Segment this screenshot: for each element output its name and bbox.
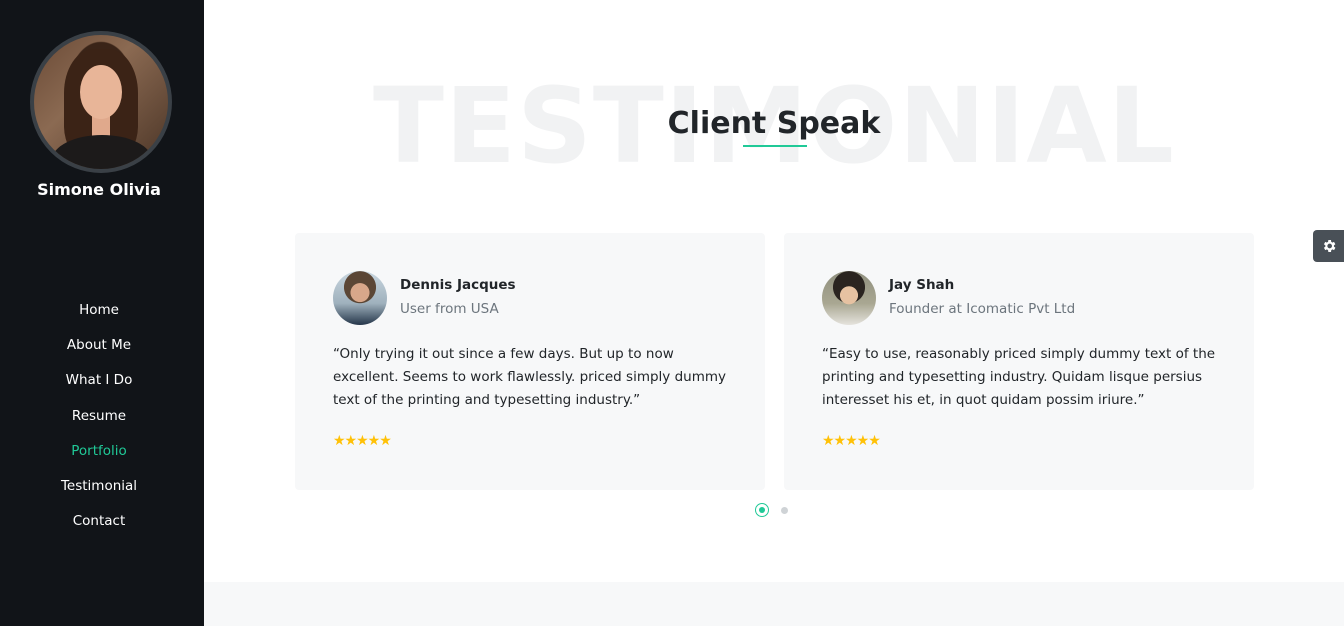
client-role: Founder at Icomatic Pvt Ltd xyxy=(889,301,1076,317)
client-avatar xyxy=(333,271,387,325)
title-underline xyxy=(743,145,807,147)
client-name: Dennis Jacques xyxy=(400,277,516,293)
main-content: TESTIMONIAL Client Speak Dennis Jacques … xyxy=(204,0,1344,626)
avatar-face xyxy=(80,65,122,119)
profile-avatar xyxy=(30,31,172,173)
nav-item-what-i-do[interactable]: What I Do xyxy=(0,370,198,405)
carousel-dot[interactable] xyxy=(781,507,788,514)
main-nav: Home About Me What I Do Resume Portfolio… xyxy=(0,300,198,546)
star-rating: ★★★★★ xyxy=(333,433,392,449)
nav-item-about-me[interactable]: About Me xyxy=(0,335,198,370)
nav-item-testimonial[interactable]: Testimonial xyxy=(0,476,198,511)
avatar-shirt xyxy=(52,135,152,169)
nav-item-home[interactable]: Home xyxy=(0,300,198,335)
testimonial-card: Dennis Jacques User from USA “Only tryin… xyxy=(295,233,765,490)
next-section xyxy=(204,582,1344,626)
section-title: Client Speak xyxy=(667,106,881,141)
gear-icon xyxy=(1323,240,1335,252)
sidebar: Simone Olivia Home About Me What I Do Re… xyxy=(0,0,204,626)
client-name: Jay Shah xyxy=(889,277,955,293)
testimonial-quote: “Easy to use, reasonably priced simply d… xyxy=(822,346,1216,408)
nav-item-portfolio[interactable]: Portfolio xyxy=(0,441,198,476)
carousel-dot-active[interactable] xyxy=(755,503,769,517)
profile-name: Simone Olivia xyxy=(37,180,161,199)
nav-item-contact[interactable]: Contact xyxy=(0,511,198,546)
star-rating: ★★★★★ xyxy=(822,433,881,449)
settings-button[interactable] xyxy=(1313,230,1344,262)
client-avatar xyxy=(822,271,876,325)
client-role: User from USA xyxy=(400,301,499,317)
nav-item-resume[interactable]: Resume xyxy=(0,406,198,441)
testimonial-card: Jay Shah Founder at Icomatic Pvt Ltd “Ea… xyxy=(784,233,1254,490)
testimonial-quote: “Only trying it out since a few days. Bu… xyxy=(333,346,726,408)
